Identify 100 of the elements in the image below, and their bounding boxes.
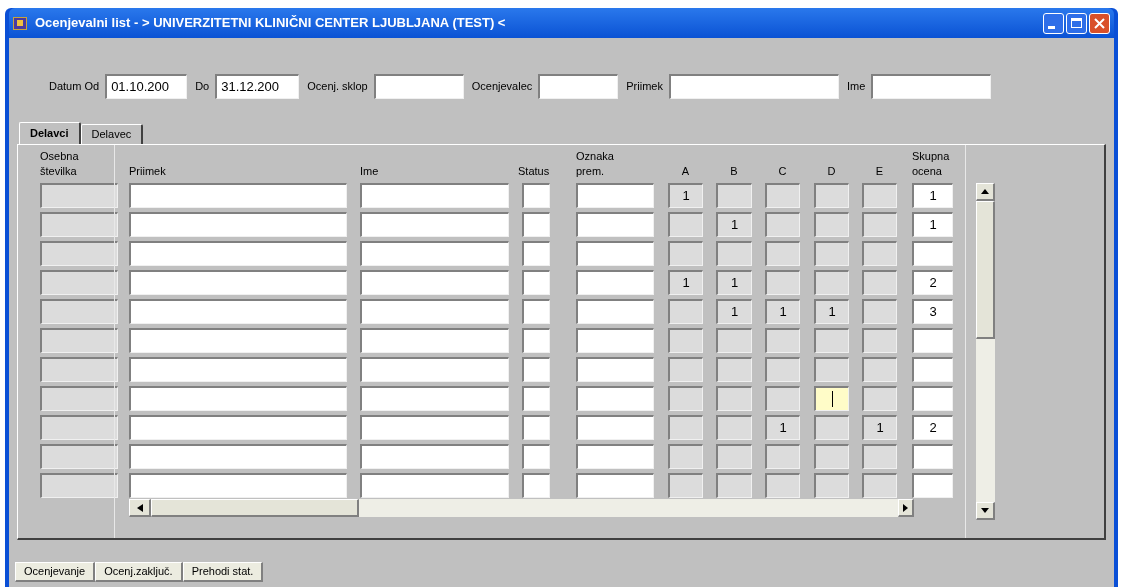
name-field[interactable] xyxy=(360,183,509,208)
grade-field[interactable] xyxy=(716,241,752,266)
status-field[interactable] xyxy=(522,183,550,208)
surname-field[interactable] xyxy=(129,473,347,498)
close-button[interactable] xyxy=(1089,12,1110,34)
mark-field[interactable] xyxy=(576,212,654,237)
status-field[interactable] xyxy=(522,212,550,237)
grade-field[interactable] xyxy=(765,357,800,382)
grade-field[interactable] xyxy=(862,299,897,324)
mark-field[interactable] xyxy=(576,473,654,498)
grade-field[interactable] xyxy=(668,241,703,266)
grade-field[interactable]: 1 xyxy=(668,183,703,208)
surname-field[interactable] xyxy=(129,241,347,266)
surname-field[interactable] xyxy=(129,357,347,382)
surname-field[interactable] xyxy=(129,444,347,469)
scroll-left-button[interactable] xyxy=(129,499,151,517)
total-grade-field[interactable]: 2 xyxy=(912,415,953,440)
personal-number-field[interactable] xyxy=(40,386,118,411)
grade-field[interactable] xyxy=(862,241,897,266)
grade-field[interactable] xyxy=(668,415,703,440)
grade-field[interactable]: 1 xyxy=(716,299,752,324)
name-field[interactable] xyxy=(360,328,509,353)
grade-field[interactable] xyxy=(862,183,897,208)
personal-number-field[interactable] xyxy=(40,299,118,324)
mark-field[interactable] xyxy=(576,241,654,266)
grade-field[interactable] xyxy=(716,386,752,411)
scroll-up-button[interactable] xyxy=(976,183,995,201)
grade-field[interactable] xyxy=(668,473,703,498)
grade-field[interactable] xyxy=(814,357,849,382)
grade-field[interactable]: 1 xyxy=(862,415,897,440)
total-grade-field[interactable] xyxy=(912,328,953,353)
grade-field[interactable] xyxy=(716,357,752,382)
name-field[interactable] xyxy=(360,386,509,411)
grade-field[interactable] xyxy=(814,328,849,353)
surname-field[interactable] xyxy=(129,415,347,440)
grade-field[interactable]: 1 xyxy=(765,415,800,440)
grade-field[interactable] xyxy=(765,328,800,353)
horizontal-scrollbar[interactable] xyxy=(129,499,914,517)
grade-field[interactable] xyxy=(716,415,752,440)
surname-field[interactable] xyxy=(129,183,347,208)
grade-field[interactable]: 1 xyxy=(765,299,800,324)
surname-field[interactable] xyxy=(129,299,347,324)
grade-field[interactable] xyxy=(814,415,849,440)
status-field[interactable] xyxy=(522,270,550,295)
grade-field[interactable] xyxy=(814,270,849,295)
name-field[interactable] xyxy=(360,357,509,382)
filter-field[interactable] xyxy=(373,73,464,99)
name-field[interactable] xyxy=(360,299,509,324)
grade-field[interactable] xyxy=(668,328,703,353)
personal-number-field[interactable] xyxy=(40,444,118,469)
status-field[interactable] xyxy=(522,299,550,324)
minimize-button[interactable] xyxy=(1043,12,1064,34)
name-field[interactable] xyxy=(360,444,509,469)
maximize-button[interactable] xyxy=(1066,12,1087,34)
grade-field[interactable] xyxy=(862,386,897,411)
total-grade-field[interactable]: 3 xyxy=(912,299,953,324)
mark-field[interactable] xyxy=(576,183,654,208)
status-field[interactable] xyxy=(522,357,550,382)
grade-field[interactable] xyxy=(862,444,897,469)
name-field[interactable] xyxy=(360,212,509,237)
grade-field[interactable] xyxy=(862,270,897,295)
grade-field[interactable] xyxy=(814,473,849,498)
grade-field[interactable] xyxy=(862,473,897,498)
name-field[interactable] xyxy=(360,473,509,498)
mark-field[interactable] xyxy=(576,270,654,295)
status-field[interactable] xyxy=(522,241,550,266)
grade-field[interactable] xyxy=(765,241,800,266)
filter-field[interactable] xyxy=(538,73,619,99)
grade-field[interactable] xyxy=(814,241,849,266)
grade-field[interactable] xyxy=(862,212,897,237)
mark-field[interactable] xyxy=(576,444,654,469)
grade-field[interactable] xyxy=(765,183,800,208)
grade-field[interactable] xyxy=(862,357,897,382)
action-button[interactable]: Prehodi stat. xyxy=(182,562,264,582)
personal-number-field[interactable] xyxy=(40,183,118,208)
mark-field[interactable] xyxy=(576,386,654,411)
mark-field[interactable] xyxy=(576,328,654,353)
personal-number-field[interactable] xyxy=(40,212,118,237)
grade-field[interactable]: 1 xyxy=(716,212,752,237)
grade-field[interactable] xyxy=(765,444,800,469)
surname-field[interactable] xyxy=(129,386,347,411)
filter-field[interactable]: 01.10.200 xyxy=(105,73,188,99)
grade-field[interactable] xyxy=(765,473,800,498)
scroll-down-button[interactable] xyxy=(976,502,995,520)
grade-field[interactable] xyxy=(814,444,849,469)
name-field[interactable] xyxy=(360,415,509,440)
filter-field[interactable] xyxy=(668,73,839,99)
name-field[interactable] xyxy=(360,270,509,295)
status-field[interactable] xyxy=(522,328,550,353)
personal-number-field[interactable] xyxy=(40,328,118,353)
grade-field[interactable] xyxy=(814,386,849,411)
grade-field[interactable] xyxy=(765,212,800,237)
grade-field[interactable] xyxy=(716,444,752,469)
grade-field[interactable] xyxy=(716,328,752,353)
vertical-scrollbar[interactable] xyxy=(976,183,995,520)
filter-field[interactable]: 31.12.200 xyxy=(215,73,300,99)
personal-number-field[interactable] xyxy=(40,473,118,498)
grade-field[interactable] xyxy=(716,473,752,498)
scroll-right-button[interactable] xyxy=(898,499,914,517)
status-field[interactable] xyxy=(522,386,550,411)
